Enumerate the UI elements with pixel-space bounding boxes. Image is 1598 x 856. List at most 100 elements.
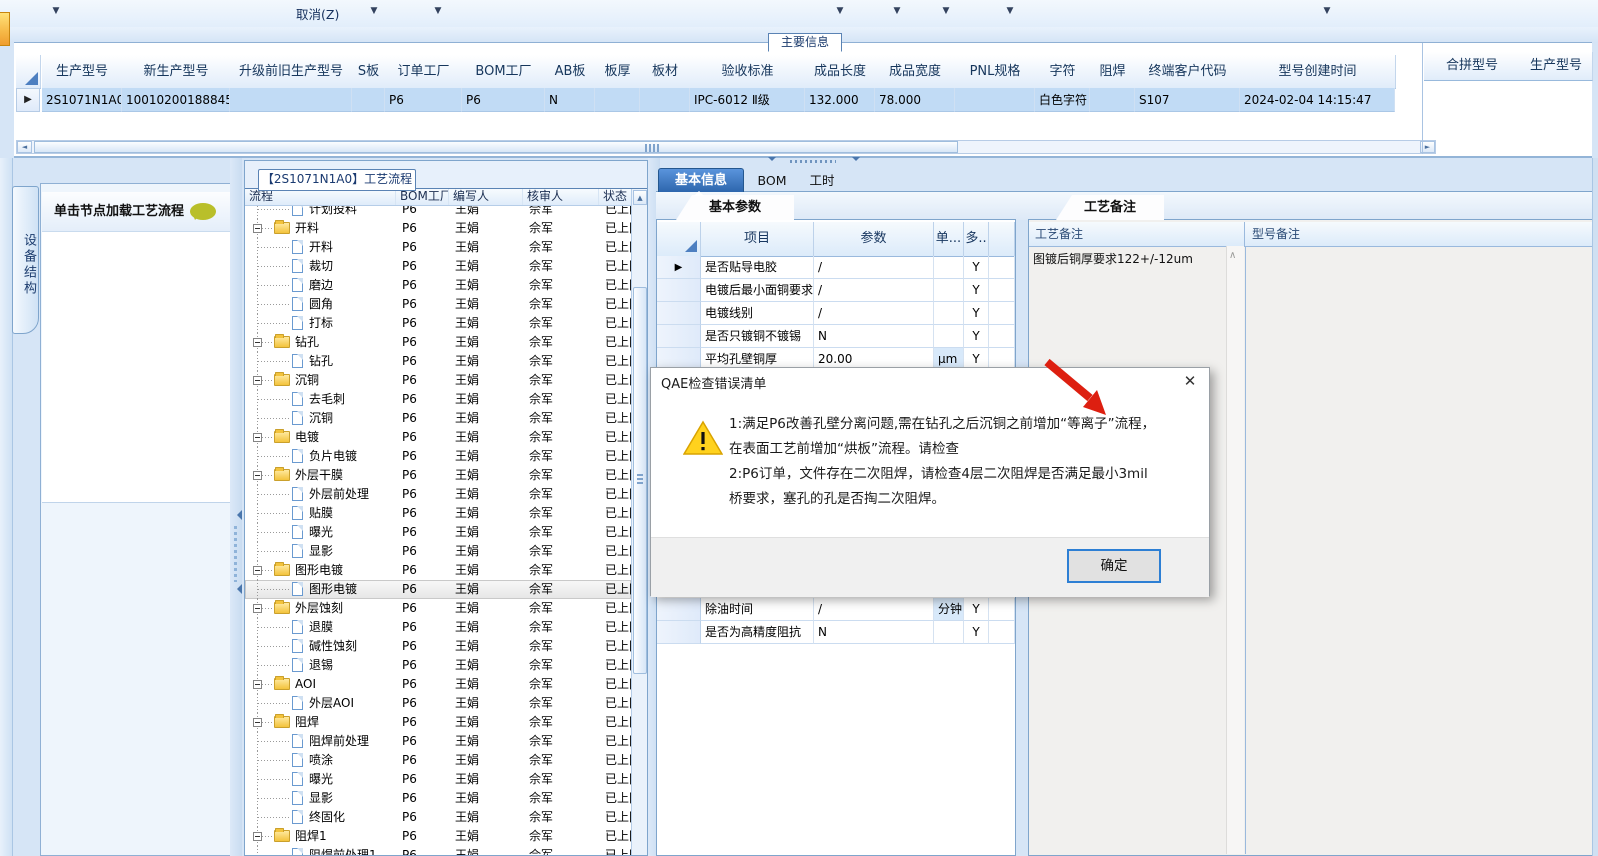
column-header[interactable]: AB板 bbox=[545, 55, 596, 89]
scrollbar-grip[interactable] bbox=[645, 144, 659, 152]
tree-row[interactable]: 沉铜 P6 王娟 佘军 已上网 bbox=[245, 409, 631, 428]
tree-row[interactable]: 贴膜 P6 王娟 佘军 已上网 bbox=[245, 504, 631, 523]
tree-row[interactable]: 图形电镀 P6 王娟 佘军 已上网 bbox=[245, 561, 631, 580]
expand-icon[interactable] bbox=[253, 566, 262, 575]
dropdown-arrow-icon[interactable]: ▼ bbox=[49, 6, 63, 20]
param-row[interactable]: 电镀线别 / Y bbox=[657, 302, 1015, 325]
tree-row[interactable]: 开料 P6 王娟 佘军 已上网 bbox=[245, 219, 631, 238]
dropdown-arrow-icon[interactable]: ▼ bbox=[939, 6, 953, 20]
column-header[interactable]: 终端客户代码 bbox=[1135, 55, 1241, 89]
structure-panel-body[interactable] bbox=[42, 232, 230, 503]
dropdown-arrow-icon[interactable]: ▼ bbox=[431, 6, 445, 20]
tree-row[interactable]: 钻孔 P6 王娟 佘军 已上网 bbox=[245, 352, 631, 371]
tree-row[interactable]: 磨边 P6 王娟 佘军 已上网 bbox=[245, 276, 631, 295]
menu-item-cancel[interactable]: 取消(Z) bbox=[296, 4, 339, 23]
horizontal-splitter-grip[interactable] bbox=[780, 158, 850, 165]
expand-icon[interactable] bbox=[253, 338, 262, 347]
dropdown-arrow-icon[interactable]: ▼ bbox=[890, 6, 904, 20]
column-header[interactable]: 订单工厂 bbox=[385, 55, 463, 89]
tree-row[interactable]: 电镀 P6 王娟 佘军 已上网 bbox=[245, 428, 631, 447]
row-selector[interactable]: ▶ bbox=[16, 88, 40, 112]
dropdown-arrow-icon[interactable]: ▼ bbox=[367, 6, 381, 20]
tree-row[interactable]: 圆角 P6 王娟 佘军 已上网 bbox=[245, 295, 631, 314]
tree-row[interactable]: 裁切 P6 王娟 佘军 已上网 bbox=[245, 257, 631, 276]
tree-row[interactable]: 沉铜 P6 王娟 佘军 已上网 bbox=[245, 371, 631, 390]
notes-scrollbar[interactable]: ∧ bbox=[1226, 246, 1244, 854]
column-header[interactable]: 项目 bbox=[701, 222, 814, 256]
dropdown-arrow-icon[interactable]: ▼ bbox=[1320, 6, 1334, 20]
tab-basic-params[interactable]: 基本参数 bbox=[676, 195, 794, 220]
tree-row[interactable]: AOI P6 王娟 佘军 已上网 bbox=[245, 675, 631, 694]
tree-row[interactable]: 显影 P6 王娟 佘军 已上网 bbox=[245, 789, 631, 808]
column-header[interactable]: 型号创建时间 bbox=[1240, 55, 1396, 89]
column-header[interactable]: PNL规格 bbox=[955, 55, 1036, 89]
column-header[interactable]: 成品长度 bbox=[805, 55, 876, 89]
tree-row[interactable]: 外层蚀刻 P6 王娟 佘军 已上网 bbox=[245, 599, 631, 618]
tree-row[interactable]: 打标 P6 王娟 佘军 已上网 bbox=[245, 314, 631, 333]
scroll-up-icon[interactable]: ∧ bbox=[1229, 250, 1236, 261]
tree-row[interactable]: 阻焊前处理1 P6 王娟 佘军 已上网 bbox=[245, 846, 631, 855]
column-header[interactable]: 阻焊 bbox=[1090, 55, 1136, 89]
param-row[interactable]: 是否为高精度阻抗 N Y bbox=[657, 621, 1015, 644]
column-header[interactable]: 状态 bbox=[599, 189, 633, 205]
column-header[interactable]: 新生产型号 bbox=[122, 55, 231, 89]
tree-row[interactable]: 退锡 P6 王娟 佘军 已上网 bbox=[245, 656, 631, 675]
dropdown-arrow-icon[interactable]: ▼ bbox=[1003, 6, 1017, 20]
column-header[interactable]: 编写人 bbox=[449, 189, 523, 205]
column-header[interactable]: 生产型号 bbox=[42, 55, 123, 89]
expand-icon[interactable] bbox=[253, 376, 262, 385]
scroll-up-icon[interactable]: ▲ bbox=[633, 190, 647, 205]
column-header[interactable]: BOM工厂 bbox=[462, 55, 546, 89]
param-row[interactable]: ▶ 是否贴导电胶 / Y bbox=[657, 256, 1015, 279]
column-header[interactable]: 字符 bbox=[1035, 55, 1091, 89]
column-header[interactable] bbox=[989, 222, 1015, 256]
expand-icon[interactable] bbox=[253, 680, 262, 689]
expand-icon[interactable] bbox=[253, 718, 262, 727]
tab-work-hours[interactable]: 工时 bbox=[798, 170, 846, 192]
column-header[interactable]: 升级前旧生产型号 bbox=[230, 55, 353, 89]
column-header[interactable]: 核审人 bbox=[523, 189, 599, 205]
tree-row[interactable]: 钻孔 P6 王娟 佘军 已上网 bbox=[245, 333, 631, 352]
param-row[interactable]: 是否只镀铜不镀锡 N Y bbox=[657, 325, 1015, 348]
column-header[interactable]: 生产型号 bbox=[1520, 52, 1593, 81]
tab-process-notes[interactable]: 工艺备注 bbox=[1056, 195, 1164, 220]
scrollbar-thumb[interactable] bbox=[633, 287, 647, 674]
tree-row[interactable]: 开料 P6 王娟 佘军 已上网 bbox=[245, 238, 631, 257]
expand-icon[interactable] bbox=[253, 224, 262, 233]
column-header[interactable]: 多.. bbox=[964, 222, 989, 256]
vertical-tab-structure[interactable]: 设备结构 bbox=[12, 186, 39, 334]
expand-icon[interactable] bbox=[253, 433, 262, 442]
tree-row[interactable]: 负片电镀 P6 王娟 佘军 已上网 bbox=[245, 447, 631, 466]
tree-row[interactable]: 阻焊前处理 P6 王娟 佘军 已上网 bbox=[245, 732, 631, 751]
collapse-left-icon[interactable] bbox=[232, 510, 242, 520]
column-header[interactable]: 单... bbox=[934, 222, 964, 256]
tree-row[interactable]: 阻焊 P6 王娟 佘军 已上网 bbox=[245, 713, 631, 732]
tree-row[interactable]: 终固化 P6 王娟 佘军 已上网 bbox=[245, 808, 631, 827]
column-header[interactable]: 板厚 bbox=[595, 55, 641, 89]
vertical-scrollbar[interactable]: ▲ bbox=[631, 189, 647, 855]
horizontal-scrollbar[interactable]: ◄ ► bbox=[16, 140, 1436, 154]
column-header[interactable]: 成品宽度 bbox=[875, 55, 956, 89]
expand-icon[interactable] bbox=[253, 604, 262, 613]
scrollbar-thumb[interactable] bbox=[34, 141, 958, 153]
column-header[interactable]: BOM工厂 bbox=[396, 189, 449, 205]
param-row[interactable]: 除油时间 / 分钟 Y bbox=[657, 598, 1015, 621]
tree-row[interactable]: 曝光 P6 王娟 佘军 已上网 bbox=[245, 770, 631, 789]
tree-row[interactable]: 图形电镀 P6 王娟 佘军 已上网 bbox=[245, 580, 631, 599]
expand-icon[interactable] bbox=[253, 832, 262, 841]
tree-row[interactable]: 阻焊1 P6 王娟 佘军 已上网 bbox=[245, 827, 631, 846]
tree-row[interactable]: 退膜 P6 王娟 佘军 已上网 bbox=[245, 618, 631, 637]
close-icon[interactable]: ✕ bbox=[1179, 371, 1201, 391]
column-header[interactable]: 流程 bbox=[245, 189, 396, 205]
tree-row[interactable]: 外层AOI P6 王娟 佘军 已上网 bbox=[245, 694, 631, 713]
column-header[interactable]: S板 bbox=[352, 55, 386, 89]
splitter-left[interactable] bbox=[230, 158, 242, 856]
column-header[interactable]: 参数 bbox=[814, 222, 934, 256]
expand-icon[interactable] bbox=[253, 471, 262, 480]
dropdown-arrow-icon[interactable]: ▼ bbox=[833, 6, 847, 20]
tab-main-info[interactable]: 主要信息 bbox=[768, 33, 842, 52]
column-header[interactable]: 验收标准 bbox=[690, 55, 806, 89]
column-header[interactable]: 板材 bbox=[640, 55, 691, 89]
ok-button[interactable]: 确定 bbox=[1067, 549, 1161, 583]
tree-row[interactable]: 外层干膜 P6 王娟 佘军 已上网 bbox=[245, 466, 631, 485]
